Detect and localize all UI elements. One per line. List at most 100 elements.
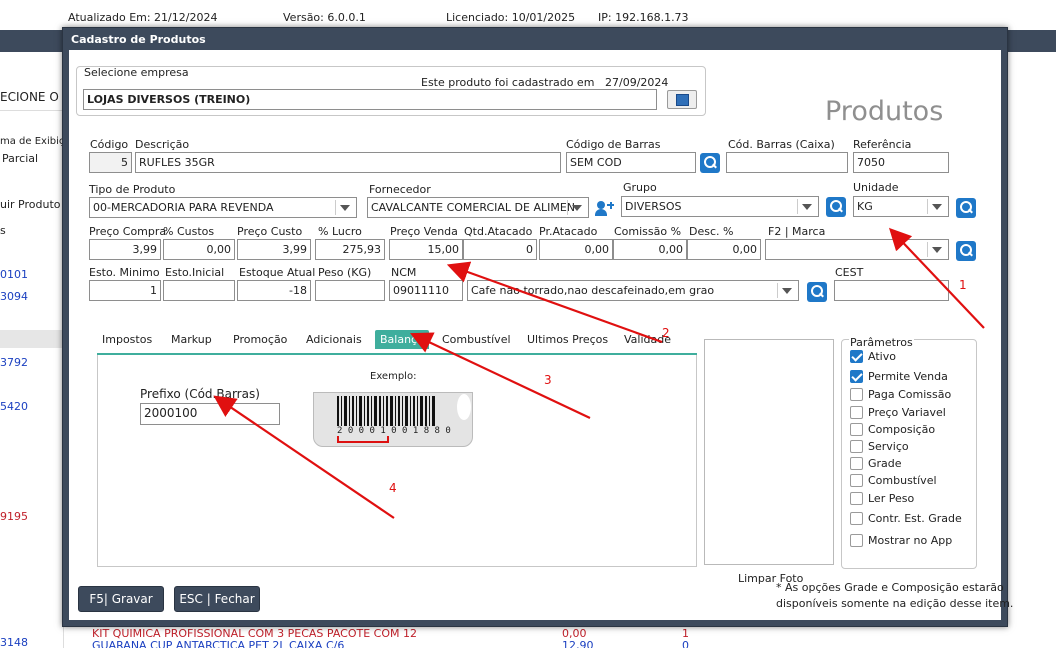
cest-field[interactable]	[834, 280, 949, 301]
close-button[interactable]: ESC | Fechar	[174, 586, 260, 612]
estoque-atual-field[interactable]: -18	[237, 280, 311, 301]
esto-inicial-label: Esto.Inicial	[165, 266, 225, 279]
tab-impostos[interactable]: Impostos	[102, 333, 152, 346]
tab-promocao[interactable]: Promoção	[233, 333, 287, 346]
param-checkbox[interactable]	[850, 474, 863, 487]
bg-code: 3148	[0, 636, 28, 648]
tab-panel-balanca: Prefixo (Cód.Barras) 2000100 Exemplo:	[97, 355, 697, 567]
param-label: Permite Venda	[868, 370, 948, 383]
note-line-1: * As opções Grade e Composição estarão	[776, 581, 1004, 594]
tab-ultimos-precos[interactable]: Ultimos Preços	[527, 333, 608, 346]
tab-balanca[interactable]: Balança	[375, 330, 429, 349]
params-legend: Parâmetros	[849, 336, 914, 349]
param-checkbox[interactable]	[850, 457, 863, 470]
grupo-select[interactable]: DIVERSOS	[621, 196, 819, 217]
dialog-body: Selecione empresa Este produto foi cadas…	[69, 50, 1013, 620]
descricao-field[interactable]: RUFLES 35GR	[135, 152, 561, 173]
cest-label: CEST	[835, 266, 864, 279]
esto-inicial-field[interactable]	[163, 280, 235, 301]
background-rows: KIT QUIMICA PROFISSIONAL COM 3 PECAS PAC…	[64, 626, 1008, 648]
lucro-label: % Lucro	[318, 225, 362, 238]
fornecedor-select[interactable]: CAVALCANTE COMERCIAL DE ALIMEN	[367, 197, 589, 218]
param-checkbox[interactable]	[850, 406, 863, 419]
bg-code: 9195	[0, 510, 28, 523]
tab-combustivel[interactable]: Combustível	[442, 333, 511, 346]
unidade-value: KG	[857, 200, 873, 213]
note-line-2: disponíveis somente na edição desse item…	[776, 597, 1014, 610]
codigo-field[interactable]: 5	[89, 152, 132, 173]
param-label: Serviço	[868, 440, 909, 453]
param-label: Grade	[868, 457, 902, 470]
lucro-field[interactable]: 275,93	[315, 239, 385, 260]
tab-markup[interactable]: Markup	[171, 333, 212, 346]
custos-field[interactable]: 0,00	[163, 239, 235, 260]
bg-text: s	[0, 224, 6, 237]
save-button[interactable]: F5| Gravar	[78, 586, 164, 612]
referencia-field[interactable]: 7050	[853, 152, 949, 173]
empresa-picker-button[interactable]	[667, 90, 697, 109]
example-label: Exemplo:	[370, 371, 417, 382]
ncm-field[interactable]: 09011110	[389, 280, 463, 301]
param-checkbox[interactable]	[850, 423, 863, 436]
codigo-label: Código	[90, 138, 129, 151]
prefix-field[interactable]: 2000100	[140, 403, 280, 425]
dialog-title: Cadastro de Produtos	[71, 33, 206, 46]
param-checkbox[interactable]	[850, 350, 863, 363]
marca-search-button[interactable]	[956, 241, 976, 261]
estoque-atual-label: Estoque Atual	[239, 266, 316, 279]
barras-field[interactable]: SEM COD	[566, 152, 696, 173]
tipo-select[interactable]: 00-MERCADORIA PARA REVENDA	[89, 197, 357, 218]
preco-venda-field[interactable]: 15,00	[389, 239, 463, 260]
param-checkbox[interactable]	[850, 534, 863, 547]
param-checkbox[interactable]	[850, 492, 863, 505]
param-checkbox[interactable]	[850, 512, 863, 525]
param-label: Paga Comissão	[868, 388, 952, 401]
grupo-search-button[interactable]	[826, 197, 846, 217]
grupo-label: Grupo	[623, 181, 657, 194]
param-checkbox[interactable]	[850, 370, 863, 383]
pr-atacado-label: Pr.Atacado	[539, 225, 598, 238]
comissao-field[interactable]: 0,00	[613, 239, 687, 260]
unidade-select[interactable]: KG	[853, 196, 949, 217]
preco-custo-field[interactable]: 3,99	[237, 239, 311, 260]
esto-minimo-field[interactable]: 1	[89, 280, 161, 301]
param-label: Combustível	[868, 474, 937, 487]
ip-text: IP: 192.168.1.73	[598, 11, 689, 24]
preco-compra-field[interactable]: 3,99	[89, 239, 161, 260]
param-checkbox[interactable]	[850, 440, 863, 453]
barcode-example: 2 0 0 0 1 0 0 1 8 8 0	[307, 392, 479, 448]
ncm-description-value: Cafe nao torrado,nao descafeinado,em gra…	[471, 284, 715, 297]
barras-label: Código de Barras	[566, 138, 661, 151]
descricao-label: Descrição	[135, 138, 190, 151]
barcode-digits: 2 0 0 0 1 0 0 1 8 8 0	[337, 426, 451, 436]
bg-text: uir Produto	[0, 198, 61, 211]
peso-field[interactable]	[315, 280, 385, 301]
grupo-value: DIVERSOS	[625, 200, 682, 213]
desc-field[interactable]: 0,00	[687, 239, 761, 260]
ncm-label: NCM	[391, 266, 417, 279]
param-label: Ativo	[868, 350, 896, 363]
unidade-search-button[interactable]	[956, 198, 976, 218]
param-checkbox[interactable]	[850, 388, 863, 401]
barcode-icon	[337, 396, 435, 426]
photo-area[interactable]	[704, 339, 834, 565]
ncm-description-select[interactable]: Cafe nao torrado,nao descafeinado,em gra…	[467, 280, 799, 301]
marca-select[interactable]	[765, 239, 949, 260]
unidade-label: Unidade	[853, 181, 899, 194]
barras-caixa-label: Cód. Barras (Caixa)	[728, 138, 835, 151]
params-group: Parâmetros Ativo Permite Venda Paga Comiss…	[841, 336, 977, 569]
barras-caixa-field[interactable]	[726, 152, 848, 173]
ncm-search-button[interactable]	[807, 282, 827, 302]
barras-search-button[interactable]	[700, 153, 720, 173]
add-supplier-button[interactable]	[595, 199, 615, 217]
referencia-label: Referência	[853, 138, 912, 151]
tab-adicionais[interactable]: Adicionais	[306, 333, 362, 346]
qtd-atacado-field[interactable]: 0	[463, 239, 537, 260]
bg-code: 3792	[0, 356, 28, 369]
pr-atacado-field[interactable]: 0,00	[539, 239, 613, 260]
bg-row-text: GUARANA CUP ANTARCTICA PET 2L CAIXA C/6	[92, 639, 345, 648]
tab-validade[interactable]: Validade	[624, 333, 671, 346]
esto-minimo-label: Esto. Minimo	[89, 266, 160, 279]
empresa-field[interactable]: LOJAS DIVERSOS (TREINO)	[83, 89, 657, 110]
registered-date: 27/09/2024	[605, 76, 669, 89]
